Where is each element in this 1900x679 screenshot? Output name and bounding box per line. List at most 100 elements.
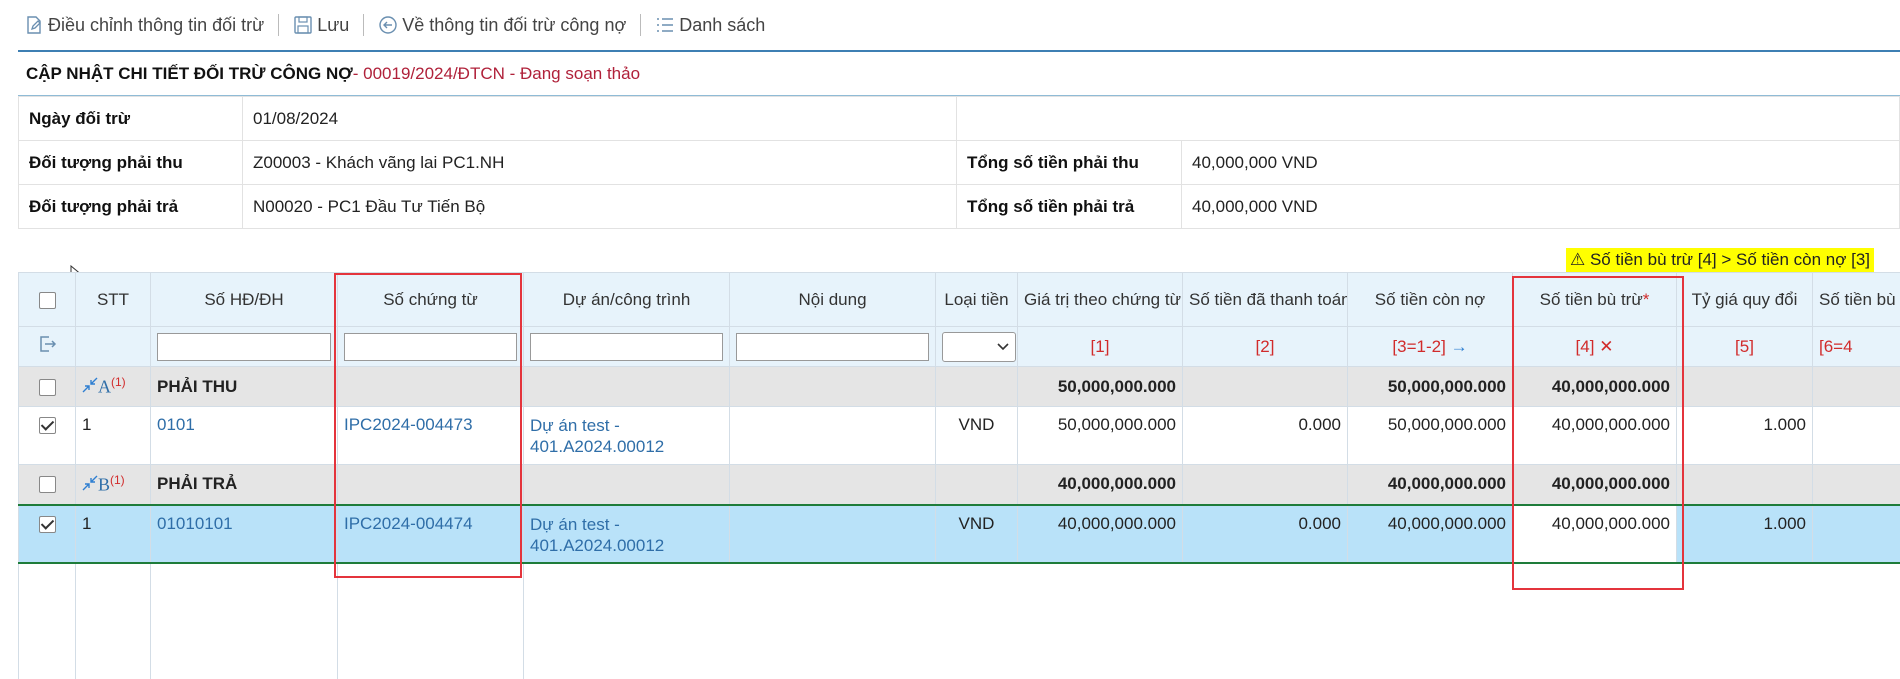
toolbar-separator [640, 14, 642, 36]
group-b-name: PHẢI TRẢ [150, 464, 338, 505]
chevron-down-icon [997, 342, 1009, 350]
formula-col-4-text: [4] [1575, 336, 1595, 356]
group-b-empty [729, 464, 936, 505]
edit-offset-info-label: Điều chỉnh thông tin đối trừ [48, 14, 265, 35]
filter-currency-select[interactable] [942, 331, 1016, 362]
row-a1-converted-offset: 4 [1812, 406, 1900, 465]
filter-project-input[interactable] [530, 332, 723, 361]
clear-x-icon[interactable]: ✕ [1599, 337, 1613, 356]
col-header-voucher-no[interactable]: Số chứng từ [337, 272, 524, 327]
edit-offset-info-button[interactable]: Điều chỉnh thông tin đối trừ [18, 15, 270, 36]
offset-detail-table: STT Số HĐ/ĐH Số chứng từ Dự án/công trìn… [18, 272, 1900, 679]
empty-cell [150, 562, 338, 679]
empty-cell [75, 562, 151, 679]
filter-contract-no-cell [150, 326, 338, 367]
select-all-checkbox[interactable] [38, 291, 56, 309]
collapse-arrows-icon[interactable] [82, 377, 98, 393]
total-payable-label: Tổng số tiền phải trả [956, 184, 1182, 229]
group-b-checkbox[interactable] [38, 476, 56, 494]
row-a1-voucher-no[interactable]: IPC2024-004473 [337, 406, 524, 465]
filter-voucher-no-input[interactable] [344, 332, 517, 361]
group-a-checkbox-cell[interactable] [18, 366, 76, 407]
col-header-currency[interactable]: Loại tiền [935, 272, 1018, 327]
group-a-voucher-value: 50,000,000.000 [1017, 366, 1183, 407]
group-b-empty [337, 464, 524, 505]
group-a-outstanding: 50,000,000.000 [1347, 366, 1513, 407]
offset-info-table: Ngày đối trừ 01/08/2024 Đối tượng phải t… [18, 96, 1900, 229]
row-b1-offset-amount[interactable]: 40,000,000.000 [1512, 503, 1677, 564]
table-row-payable-1[interactable]: 1 01010101 IPC2024-004474 Dự án test - 4… [18, 503, 1900, 564]
formula-col-5: [5] [1676, 326, 1813, 367]
group-a-toggle-cell[interactable]: A(1) [75, 366, 151, 407]
col-header-outstanding[interactable]: Số tiền còn nợ [1347, 272, 1513, 327]
row-b1-currency: VND [935, 503, 1018, 564]
row-a1-checkbox-cell[interactable] [18, 406, 76, 465]
row-b1-contract-no[interactable]: 01010101 [150, 503, 338, 564]
grid-empty-area [18, 562, 1900, 679]
group-b-empty [935, 464, 1018, 505]
group-b-converted-offset: 4 [1812, 464, 1900, 505]
row-a1-outstanding: 50,000,000.000 [1347, 406, 1513, 465]
filter-description-cell [729, 326, 936, 367]
group-b-checkbox-cell[interactable] [18, 464, 76, 505]
col-header-converted-offset[interactable]: Số tiền bù t [1812, 272, 1900, 327]
group-b-empty [1182, 464, 1348, 505]
row-a1-offset-amount[interactable]: 40,000,000.000 [1512, 406, 1677, 465]
group-a-empty [935, 366, 1018, 407]
row-b1-checkbox-cell[interactable] [18, 503, 76, 564]
group-b-toggle-cell[interactable]: B(1) [75, 464, 151, 505]
filter-description-input[interactable] [736, 332, 929, 361]
group-a-converted-offset: 4 [1812, 366, 1900, 407]
group-a-empty [1676, 366, 1813, 407]
col-header-stt[interactable]: STT [75, 272, 151, 327]
col-header-project[interactable]: Dự án/công trình [523, 272, 730, 327]
row-a1-project[interactable]: Dự án test - 401.A2024.00012 [523, 406, 730, 465]
export-icon[interactable] [37, 334, 57, 354]
page-title: CẬP NHẬT CHI TIẾT ĐỐI TRỪ CÔNG NỢ - 0001… [18, 52, 1900, 96]
filter-contract-no-input[interactable] [157, 332, 331, 361]
back-to-offset-info-button[interactable]: Về thông tin đối trừ công nợ [372, 15, 632, 36]
collapse-arrows-icon[interactable] [82, 475, 98, 491]
info-empty-cell [956, 96, 1900, 141]
page-title-document-status: - 00019/2024/ĐTCN - Đang soạn thảo [352, 63, 641, 83]
group-a-checkbox[interactable] [38, 378, 56, 396]
page-title-main: CẬP NHẬT CHI TIẾT ĐỐI TRỪ CÔNG NỢ [26, 63, 353, 83]
offset-detail-grid: STT Số HĐ/ĐH Số chứng từ Dự án/công trìn… [18, 272, 1900, 679]
row-a1-stt: 1 [75, 406, 151, 465]
grid-filter-row: [1] [2] [3=1-2] → [4] ✕ [5] [6=4 [18, 326, 1900, 367]
info-row-date: Ngày đối trừ 01/08/2024 [18, 96, 1900, 141]
arrow-right-icon[interactable]: → [1451, 337, 1468, 356]
group-a-empty [523, 366, 730, 407]
row-b1-description [729, 503, 936, 564]
col-header-description[interactable]: Nội dung [729, 272, 936, 327]
toolbar-separator [278, 14, 280, 36]
list-icon [657, 18, 674, 32]
save-button[interactable]: Lưu [287, 15, 355, 36]
row-b1-checkbox[interactable] [38, 515, 56, 533]
row-a1-contract-no[interactable]: 0101 [150, 406, 338, 465]
info-row-receivable: Đối tượng phải thu Z00003 - Khách vãng l… [18, 140, 1900, 185]
receivable-party-value: Z00003 - Khách vãng lai PC1.NH [242, 140, 957, 185]
group-b-empty [1676, 464, 1813, 505]
col-header-voucher-value[interactable]: Giá trị theo chứng từ [1017, 272, 1183, 327]
select-all-cell[interactable] [18, 272, 76, 327]
formula-col-1: [1] [1017, 326, 1183, 367]
group-b-empty [523, 464, 730, 505]
col-header-paid-amount[interactable]: Số tiền đã thanh toán [1182, 272, 1348, 327]
table-row-receivable-1[interactable]: 1 0101 IPC2024-004473 Dự án test - 401.A… [18, 406, 1900, 465]
row-b1-stt: 1 [75, 503, 151, 564]
col-header-offset-amount[interactable]: Số tiền bù trừ* [1512, 272, 1677, 327]
row-a1-description [729, 406, 936, 465]
row-a1-currency: VND [935, 406, 1018, 465]
row-a1-exchange-rate: 1.000 [1676, 406, 1813, 465]
row-b1-voucher-no[interactable]: IPC2024-004474 [337, 503, 524, 564]
row-b1-project[interactable]: Dự án test - 401.A2024.00012 [523, 503, 730, 564]
col-header-exchange-rate[interactable]: Tỷ giá quy đổi [1676, 272, 1813, 327]
row-a1-checkbox[interactable] [38, 417, 56, 435]
list-button[interactable]: Danh sách [649, 15, 771, 36]
col-header-contract-no[interactable]: Số HĐ/ĐH [150, 272, 338, 327]
required-marker: * [1642, 289, 1650, 309]
list-label: Danh sách [679, 14, 766, 35]
export-cell[interactable] [18, 326, 76, 367]
filter-project-cell [523, 326, 730, 367]
